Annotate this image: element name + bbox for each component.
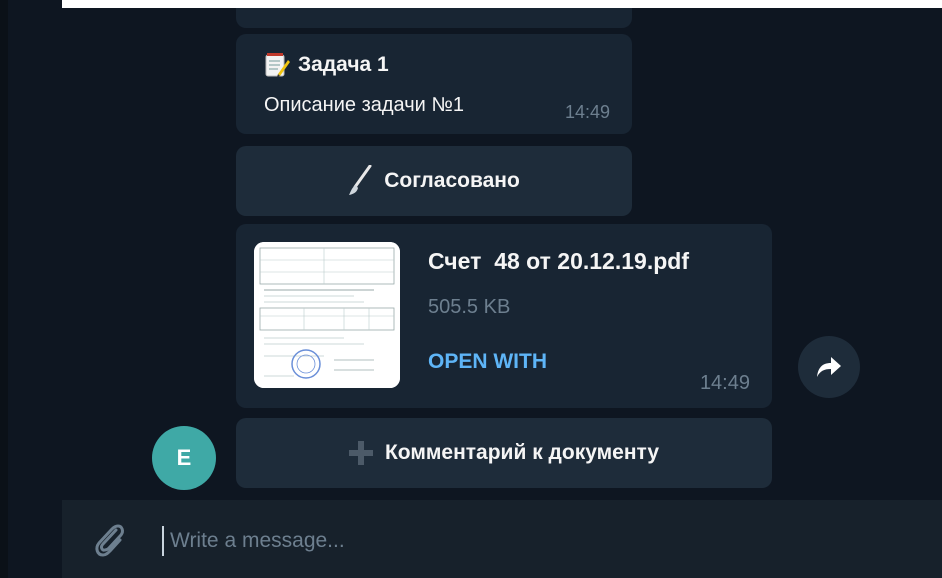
paperclip-icon[interactable]	[90, 520, 130, 560]
task-message-bubble[interactable]: Задача 1 Описание задачи №1 14:49	[236, 34, 632, 134]
approve-button-label: Согласовано	[384, 169, 520, 192]
add-comment-button-label: Комментарий к документу	[384, 441, 660, 464]
plus-icon	[348, 441, 373, 465]
forward-button[interactable]	[798, 336, 860, 398]
left-panel-edge	[0, 0, 8, 578]
left-panel-strip	[0, 0, 62, 578]
forward-arrow-icon	[817, 357, 841, 377]
open-with-link[interactable]: OPEN WITH	[428, 350, 547, 374]
avatar[interactable]: E	[152, 426, 216, 490]
paintbrush-icon	[348, 165, 372, 197]
task-description: Описание задачи №1	[264, 94, 464, 116]
task-title-row: Задача 1	[264, 52, 389, 78]
file-message-bubble[interactable]: Счет 48 от 20.12.19.pdf 505.5 KB OPEN WI…	[236, 224, 772, 408]
add-comment-button[interactable]: Комментарий к документу	[236, 418, 772, 488]
file-timestamp: 14:49	[699, 372, 750, 394]
message-composer	[62, 500, 942, 578]
file-size: 505.5 KB	[428, 296, 511, 318]
task-timestamp: 14:49	[564, 102, 610, 122]
approve-button[interactable]: Согласовано	[236, 146, 632, 216]
message-input[interactable]	[162, 526, 870, 556]
task-title: Задача 1	[298, 53, 389, 76]
memo-icon	[265, 53, 290, 77]
window-top-edge	[0, 0, 942, 8]
previous-message-bubble[interactable]	[236, 8, 632, 28]
file-name[interactable]: Счет 48 от 20.12.19.pdf	[428, 248, 689, 275]
document-thumbnail[interactable]	[254, 242, 400, 388]
document-preview-graphic	[254, 242, 400, 388]
chat-history[interactable]: Задача 1 Описание задачи №1 14:49 Соглас…	[62, 8, 942, 500]
